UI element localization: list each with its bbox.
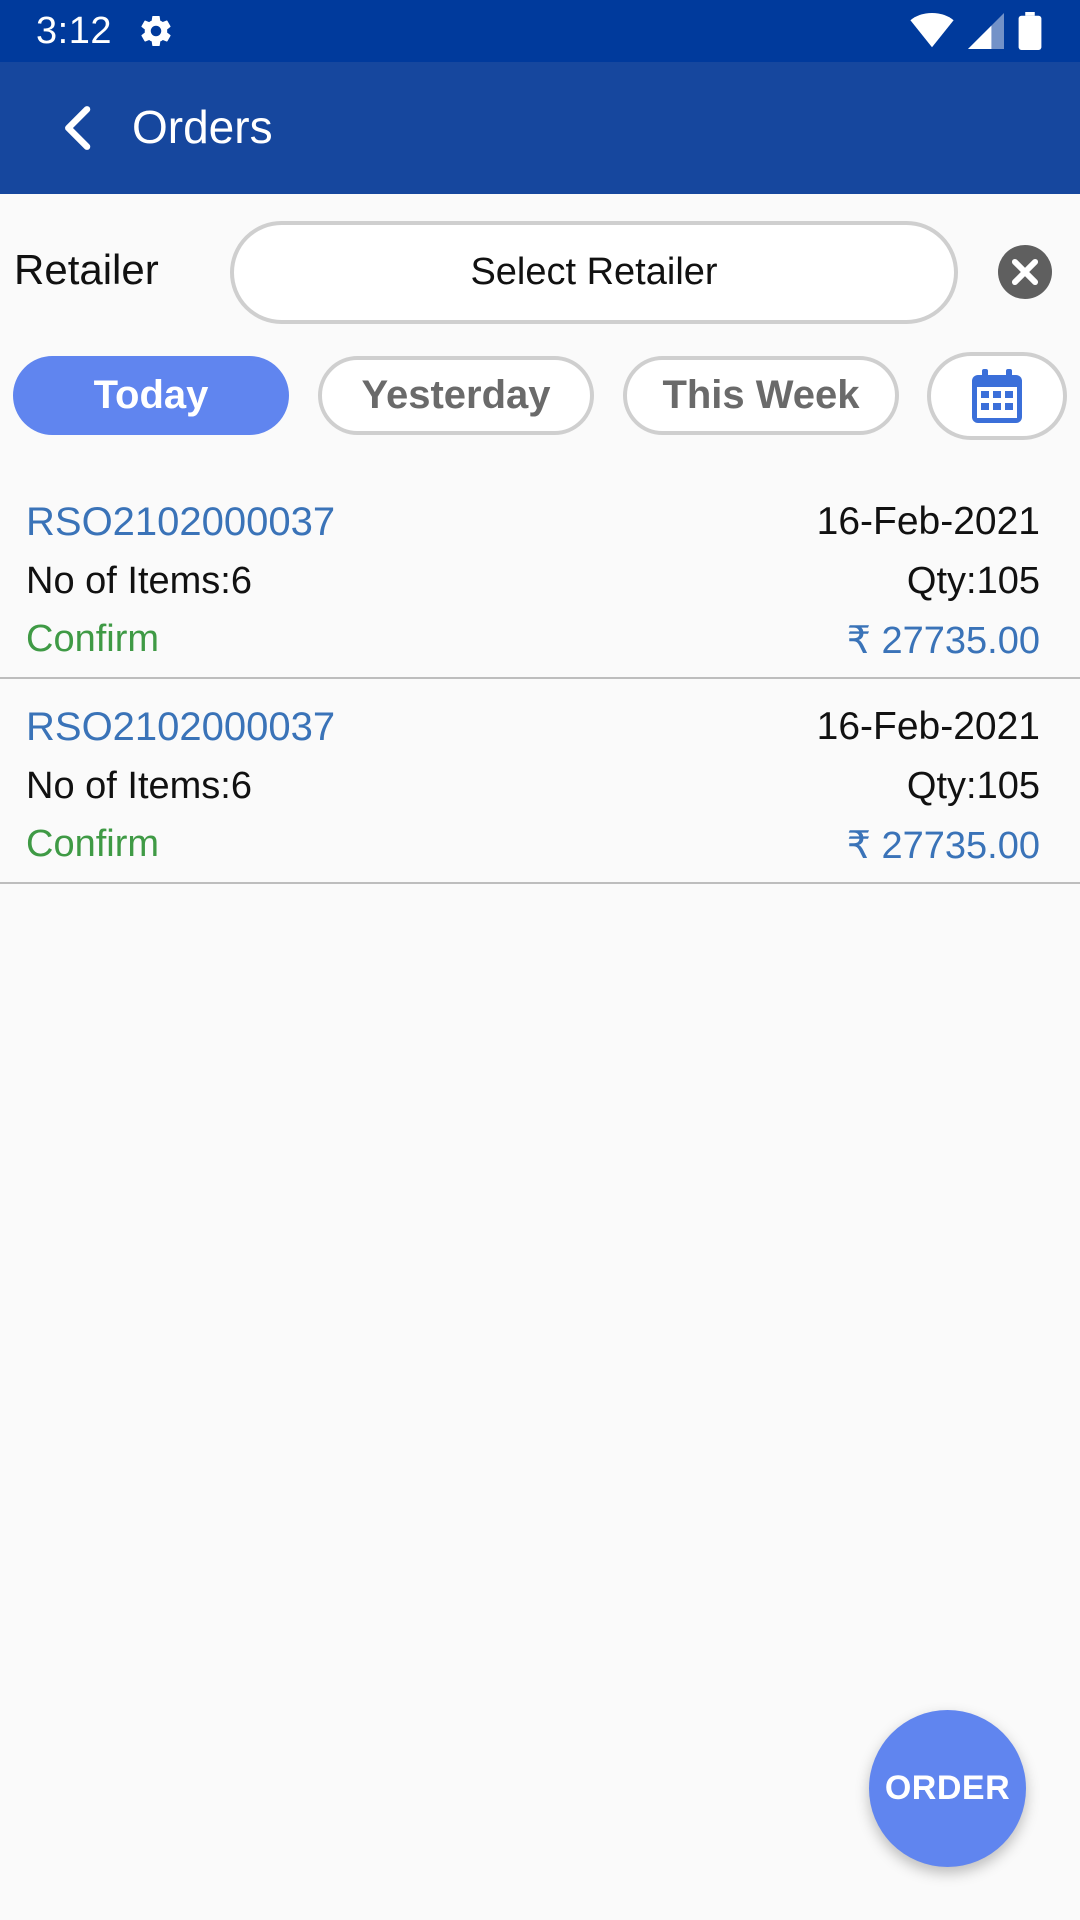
calendar-button[interactable]: [927, 352, 1067, 440]
retailer-label: Retailer: [14, 246, 159, 293]
order-amount: ₹ 27735.00: [846, 825, 1040, 867]
order-date: 16-Feb-2021: [816, 500, 1040, 543]
battery-icon: [1018, 12, 1042, 50]
clear-icon[interactable]: [998, 245, 1052, 299]
status-bar: 3:12: [0, 0, 1080, 62]
order-id: RSO2102000037: [26, 500, 336, 544]
order-status: Confirm: [26, 618, 160, 660]
retailer-select-text: Select Retailer: [470, 251, 718, 293]
order-id: RSO2102000037: [26, 705, 336, 749]
status-indicators: [910, 12, 1042, 50]
calendar-icon: [972, 369, 1022, 423]
status-time: 3:12: [36, 10, 112, 52]
filter-yesterday-button[interactable]: Yesterday: [318, 356, 594, 435]
page-title: Orders: [132, 101, 273, 153]
retailer-select[interactable]: Select Retailer: [230, 221, 958, 324]
order-qty: Qty:105: [906, 765, 1040, 807]
order-status: Confirm: [26, 823, 160, 865]
app-bar: Orders: [0, 62, 1080, 194]
gear-icon: [141, 16, 171, 47]
order-list-item[interactable]: RSO2102000037 16-Feb-2021 No of Items:6 …: [0, 474, 1080, 679]
wifi-icon: [910, 13, 954, 48]
order-date: 16-Feb-2021: [816, 705, 1040, 748]
filter-today-button[interactable]: Today: [13, 356, 289, 435]
order-amount: ₹ 27735.00: [846, 620, 1040, 662]
order-items-count: No of Items:6: [26, 560, 252, 602]
new-order-fab[interactable]: ORDER: [869, 1710, 1026, 1867]
signal-icon: [968, 13, 1004, 49]
order-qty: Qty:105: [906, 560, 1040, 602]
order-list-item[interactable]: RSO2102000037 16-Feb-2021 No of Items:6 …: [0, 679, 1080, 884]
filter-this-week-button[interactable]: This Week: [623, 356, 899, 435]
back-arrow-icon[interactable]: [52, 100, 108, 156]
order-items-count: No of Items:6: [26, 765, 252, 807]
